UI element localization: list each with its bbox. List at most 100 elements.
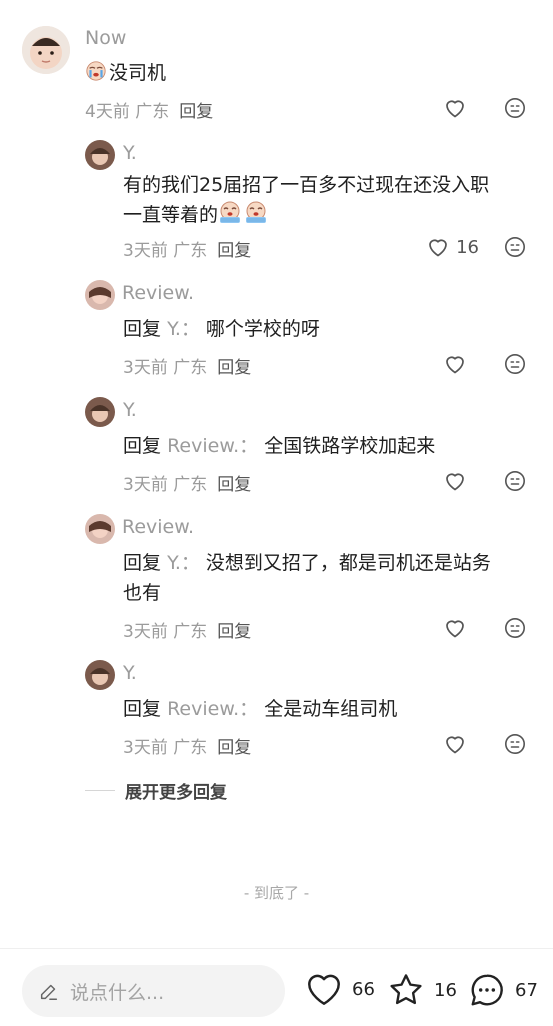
dislike-button[interactable] xyxy=(503,96,527,124)
comment-count: 67 xyxy=(515,979,538,1001)
reply-text: 回复 Review.： 全是动车组司机 xyxy=(123,694,397,724)
expand-more-replies[interactable]: 展开更多回复 xyxy=(85,778,227,803)
crying-emoji-icon xyxy=(218,200,242,224)
comment-action[interactable]: 67 xyxy=(467,971,538,1009)
heart-icon xyxy=(308,974,340,1005)
heart-icon xyxy=(443,352,467,376)
reply-prefix: 回复 xyxy=(123,552,162,574)
time-location: 3天前 广东 xyxy=(123,475,208,495)
comment-author[interactable]: Now xyxy=(85,27,126,49)
heart-icon xyxy=(443,616,467,640)
reply-item: Y. 有的我们25届招了一百多不过现在还没入职 一直等着的 3天前 广东 回复 1… xyxy=(0,140,553,265)
comment-text-content: 没司机 xyxy=(109,62,167,84)
reply-text-line2-content: 一直等着的 xyxy=(123,204,219,226)
dislike-button[interactable] xyxy=(503,352,527,380)
comment-meta: 4天前 广东 回复 xyxy=(85,97,213,122)
reply-target[interactable]: Y.： xyxy=(167,552,200,574)
crying-emoji-icon xyxy=(244,200,268,224)
avatar[interactable] xyxy=(85,514,115,544)
reply-item: Review. 回复 Y.： 哪个学校的呀 3天前 广东 回复 xyxy=(0,280,553,380)
reply-target[interactable]: Y.： xyxy=(167,318,200,340)
reply-author[interactable]: Y. xyxy=(123,399,137,421)
comment-input-placeholder: 说点什么... xyxy=(70,981,165,1004)
reply-meta: 3天前 广东 回复 xyxy=(123,617,251,642)
reply-prefix: 回复 xyxy=(123,698,162,720)
reply-text-line2: 也有 xyxy=(123,582,162,604)
meh-face-icon xyxy=(503,352,527,376)
like-button[interactable] xyxy=(443,732,467,756)
meh-face-icon xyxy=(503,96,527,120)
time-location: 4天前 广东 xyxy=(85,102,170,122)
like-action[interactable]: 66 xyxy=(304,971,375,1007)
heart-icon xyxy=(426,235,450,259)
reply-text-content: 没想到又招了，都是司机还是站务 xyxy=(205,552,491,574)
bottom-bar: 说点什么... 66 16 67 xyxy=(0,948,553,1026)
reply-button[interactable]: 回复 xyxy=(217,622,251,642)
dislike-button[interactable] xyxy=(503,616,527,644)
time-location: 3天前 广东 xyxy=(123,738,208,758)
reply-target[interactable]: Review.： xyxy=(167,698,258,720)
dislike-button[interactable] xyxy=(503,235,527,263)
reply-button[interactable]: 回复 xyxy=(179,102,213,122)
reply-author[interactable]: Review. xyxy=(122,516,194,538)
avatar[interactable] xyxy=(22,26,70,74)
reply-button[interactable]: 回复 xyxy=(217,241,251,261)
like-count: 16 xyxy=(456,236,479,258)
expand-divider xyxy=(85,790,115,791)
reply-text: 回复 Y.： 没想到又招了，都是司机还是站务 xyxy=(123,548,491,578)
dislike-button[interactable] xyxy=(503,469,527,497)
like-button[interactable] xyxy=(443,96,467,120)
pencil-icon xyxy=(40,984,58,1000)
like-button[interactable] xyxy=(443,469,467,493)
comment-input[interactable]: 说点什么... xyxy=(22,965,285,1017)
heart-icon xyxy=(443,96,467,120)
comment-top: Now 没司机 4天前 广东 回复 xyxy=(0,26,553,126)
avatar[interactable] xyxy=(85,140,115,170)
star-action[interactable]: 16 xyxy=(386,971,457,1009)
reply-text: 回复 Y.： 哪个学校的呀 xyxy=(123,314,320,344)
reply-button[interactable]: 回复 xyxy=(217,738,251,758)
meh-face-icon xyxy=(503,732,527,756)
comment-text: 没司机 xyxy=(85,58,166,88)
reply-prefix: 回复 xyxy=(123,318,162,340)
heart-icon xyxy=(443,732,467,756)
reply-text-line1: 有的我们25届招了一百多不过现在还没入职 xyxy=(123,174,490,196)
comment-bubble-icon xyxy=(471,974,503,1006)
end-of-list: - 到底了 - xyxy=(243,884,310,902)
reply-meta: 3天前 广东 回复 xyxy=(123,353,251,378)
heart-icon xyxy=(443,469,467,493)
dislike-button[interactable] xyxy=(503,732,527,760)
reply-text-line2: 一直等着的 xyxy=(123,200,270,230)
reply-item: Y. 回复 Review.： 全国铁路学校加起来 3天前 广东 回复 xyxy=(0,397,553,497)
crying-emoji-icon xyxy=(85,60,107,82)
avatar[interactable] xyxy=(85,397,115,427)
time-location: 3天前 广东 xyxy=(123,241,208,261)
reply-item: Y. 回复 Review.： 全是动车组司机 3天前 广东 回复 xyxy=(0,660,553,760)
star-count: 16 xyxy=(434,979,457,1001)
time-location: 3天前 广东 xyxy=(123,622,208,642)
reply-prefix: 回复 xyxy=(123,435,162,457)
reply-button[interactable]: 回复 xyxy=(217,475,251,495)
reply-author[interactable]: Y. xyxy=(123,142,137,164)
like-button[interactable] xyxy=(443,352,467,376)
meh-face-icon xyxy=(503,235,527,259)
star-icon xyxy=(390,974,422,1005)
reply-text-content: 全是动车组司机 xyxy=(264,698,398,720)
like-count: 66 xyxy=(352,978,375,1000)
meh-face-icon xyxy=(503,616,527,640)
like-button[interactable] xyxy=(443,616,467,640)
like-button[interactable]: 16 xyxy=(426,235,479,259)
avatar[interactable] xyxy=(85,280,115,310)
meh-face-icon xyxy=(503,469,527,493)
expand-label: 展开更多回复 xyxy=(125,783,227,803)
reply-text-content: 哪个学校的呀 xyxy=(205,318,320,340)
reply-author[interactable]: Review. xyxy=(122,282,194,304)
reply-text-content: 全国铁路学校加起来 xyxy=(264,435,436,457)
time-location: 3天前 广东 xyxy=(123,358,208,378)
avatar[interactable] xyxy=(85,660,115,690)
reply-meta: 3天前 广东 回复 xyxy=(123,236,251,261)
reply-meta: 3天前 广东 回复 xyxy=(123,733,251,758)
reply-button[interactable]: 回复 xyxy=(217,358,251,378)
reply-author[interactable]: Y. xyxy=(123,662,137,684)
reply-target[interactable]: Review.： xyxy=(167,435,258,457)
